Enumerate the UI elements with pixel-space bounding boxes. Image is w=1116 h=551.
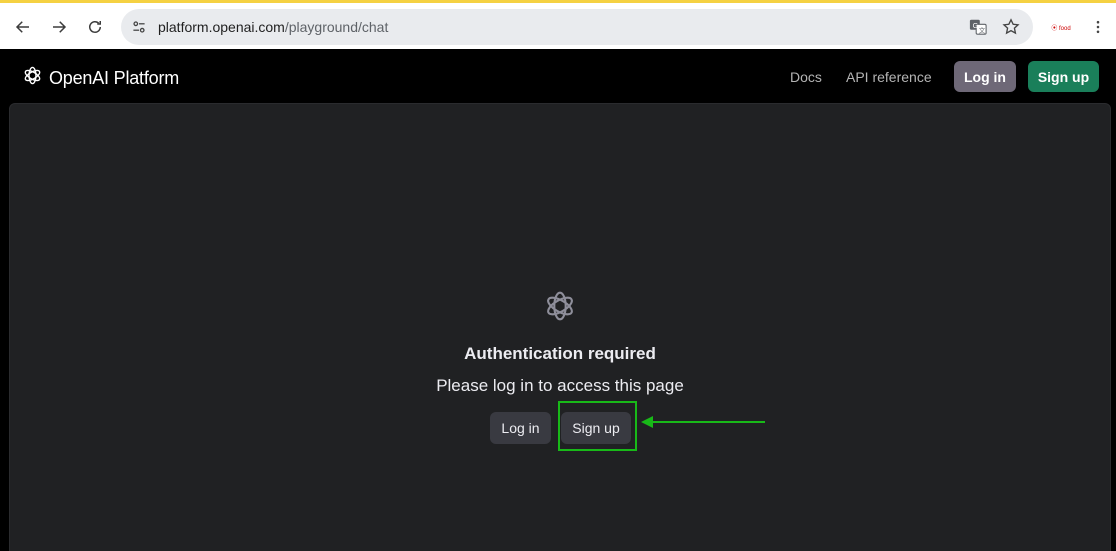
- svg-text:G: G: [973, 21, 979, 30]
- svg-text:文: 文: [979, 25, 986, 34]
- openai-logo-icon: [21, 64, 44, 92]
- annotation-arrow-icon: [641, 416, 765, 428]
- address-bar[interactable]: platform.openai.com/playground/chat G文: [121, 9, 1033, 45]
- bookmark-star-icon[interactable]: [1001, 17, 1021, 37]
- brand-name: OpenAI Platform: [49, 67, 180, 88]
- reload-icon[interactable]: [81, 13, 109, 41]
- content-panel: [9, 103, 1111, 551]
- forward-arrow-icon[interactable]: [45, 13, 73, 41]
- more-menu-icon[interactable]: [1088, 17, 1108, 37]
- header-signup-button[interactable]: Sign up: [1028, 61, 1099, 92]
- docs-link[interactable]: Docs: [790, 69, 822, 85]
- site-info-icon[interactable]: [129, 17, 149, 37]
- brand-link[interactable]: OpenAI Platform: [21, 64, 179, 92]
- browser-toolbar: platform.openai.com/playground/chat G文 ⦿…: [0, 0, 1116, 49]
- extension-icon[interactable]: ⦿ food: [1048, 17, 1074, 37]
- back-arrow-icon[interactable]: [9, 13, 37, 41]
- auth-title: Authentication required: [464, 344, 656, 363]
- annotation-highlight-box: [558, 401, 637, 451]
- auth-subtitle: Please log in to access this page: [436, 376, 684, 395]
- url-text[interactable]: platform.openai.com/playground/chat: [158, 19, 388, 35]
- api-reference-link[interactable]: API reference: [846, 69, 932, 85]
- app-header: OpenAI Platform Docs API reference Log i…: [0, 49, 1116, 103]
- header-login-button[interactable]: Log in: [954, 61, 1016, 92]
- login-button[interactable]: Log in: [490, 412, 551, 444]
- translate-icon[interactable]: G文: [968, 17, 988, 37]
- openai-logo-icon: [541, 287, 579, 325]
